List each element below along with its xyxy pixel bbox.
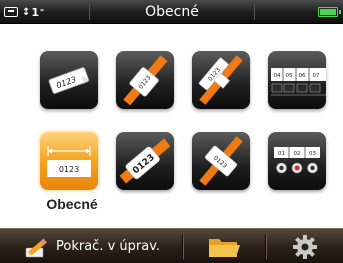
tile-terminal-block-label[interactable]: 01 02 03 (268, 132, 326, 190)
general-label-icon: 0123 (48, 67, 90, 94)
tile-wire-wrap-label[interactable]: 0123 (116, 51, 174, 109)
tile-heat-shrink-tube[interactable]: 0123 (116, 132, 174, 190)
settings-button[interactable] (266, 229, 343, 263)
svg-text:02: 02 (294, 151, 301, 157)
tape-width: ↕ 1 " (22, 5, 45, 19)
folder-icon (209, 238, 240, 257)
tape-width-value: 1 (31, 5, 40, 19)
status-divider (254, 4, 255, 20)
gear-icon (292, 234, 317, 259)
svg-text:07: 07 (313, 73, 320, 79)
svg-text:0123: 0123 (59, 165, 79, 174)
heat-shrink-tube-icon: 0123 (119, 138, 171, 184)
svg-text:01: 01 (278, 151, 285, 157)
status-bar: ↕ 1 " Obecné (0, 0, 343, 24)
tile-cable-flag-label[interactable]: 0123 (192, 51, 250, 109)
tile-fixed-length-label[interactable]: 0123 (40, 132, 98, 190)
pencil-edit-icon (25, 238, 47, 257)
bottom-toolbar: Pokrač. v úprav. (0, 228, 343, 263)
svg-text:03: 03 (309, 151, 316, 157)
selected-tile-label: Obecné (46, 196, 98, 212)
tape-info: ↕ 1 " (4, 3, 44, 21)
svg-text:06: 06 (299, 73, 306, 79)
tile-general-label[interactable]: 0123 (40, 51, 98, 109)
page-title: Obecné (145, 4, 199, 20)
continue-editing-label: Pokrač. v úprav. (56, 239, 161, 254)
open-file-button[interactable] (183, 229, 265, 263)
svg-text:05: 05 (286, 73, 293, 79)
wire-wrap-label-icon: 0123 (123, 55, 168, 106)
tape-width-unit: " (40, 7, 45, 17)
continue-editing-button[interactable]: Pokrač. v úprav. (0, 229, 182, 263)
cable-flag-label-icon: 0123 (198, 55, 243, 105)
cable-wrap-label-icon: 0123 (199, 136, 243, 186)
terminal-block-label-icon: 01 02 03 (274, 147, 320, 174)
patch-panel-label-icon: 04 05 06 07 (271, 68, 326, 96)
tile-cable-wrap-label[interactable]: 0123 (192, 132, 250, 190)
fixed-length-label-icon: 0123 (47, 146, 91, 177)
battery-icon (318, 7, 341, 17)
svg-text:04: 04 (274, 73, 281, 79)
tile-patch-panel-label[interactable]: 04 05 06 07 (268, 51, 326, 109)
label-icon (4, 7, 18, 17)
